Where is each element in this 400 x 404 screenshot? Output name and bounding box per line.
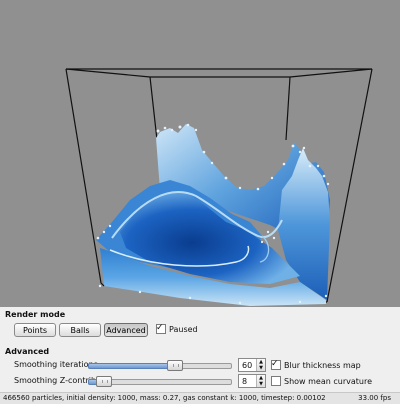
status-bar: 466560 particles, initial density: 1000,… [0, 392, 400, 404]
advanced-button[interactable]: Advanced [104, 323, 148, 337]
checkmark-icon: ✓ [271, 359, 279, 369]
smoothing-z-spinbox[interactable]: 8 ▲ ▼ [238, 374, 266, 388]
spin-down-icon[interactable]: ▼ [257, 381, 265, 387]
checkbox-box[interactable]: ✓ [156, 323, 166, 334]
checkbox-box[interactable]: ✓ [271, 359, 281, 370]
smoothing-z-label: Smoothing Z-contrib [14, 376, 97, 385]
checkbox-box[interactable] [271, 376, 281, 386]
spinbox-arrows[interactable]: ▲ ▼ [256, 359, 265, 371]
render-mode-title: Render mode [5, 310, 66, 319]
spinbox-value[interactable]: 60 [239, 361, 256, 370]
control-panel: Render mode Points Balls Advanced ✓ Paus… [0, 307, 400, 403]
smoothing-iterations-spinbox[interactable]: 60 ▲ ▼ [238, 358, 266, 372]
checkmark-icon: ✓ [156, 323, 164, 333]
slider-fill [88, 363, 171, 369]
balls-button[interactable]: Balls [59, 323, 101, 337]
smoothing-iterations-slider[interactable] [88, 360, 232, 371]
spinbox-arrows[interactable]: ▲ ▼ [256, 375, 265, 387]
points-button[interactable]: Points [14, 323, 56, 337]
simulation-info: 466560 particles, initial density: 1000,… [3, 394, 326, 402]
advanced-title: Advanced [5, 347, 50, 356]
mean-curvature-label: Show mean curvature [284, 376, 372, 386]
fps-readout: 33.00 fps [358, 394, 391, 402]
fluid-scene [65, 68, 373, 306]
slider-handle[interactable] [96, 376, 112, 387]
render-viewport[interactable] [0, 0, 400, 307]
spinbox-value[interactable]: 8 [239, 377, 256, 386]
paused-label: Paused [169, 324, 198, 334]
smoothing-z-slider[interactable] [88, 376, 232, 387]
spin-down-icon[interactable]: ▼ [257, 365, 265, 371]
blur-thickness-label: Blur thickness map [284, 360, 361, 370]
paused-checkbox[interactable]: ✓ Paused [156, 323, 198, 334]
smoothing-iterations-label: Smoothing iterations [14, 360, 98, 369]
slider-handle[interactable] [167, 360, 183, 371]
mean-curvature-checkbox[interactable]: Show mean curvature [271, 376, 372, 386]
blur-thickness-checkbox[interactable]: ✓ Blur thickness map [271, 359, 361, 370]
